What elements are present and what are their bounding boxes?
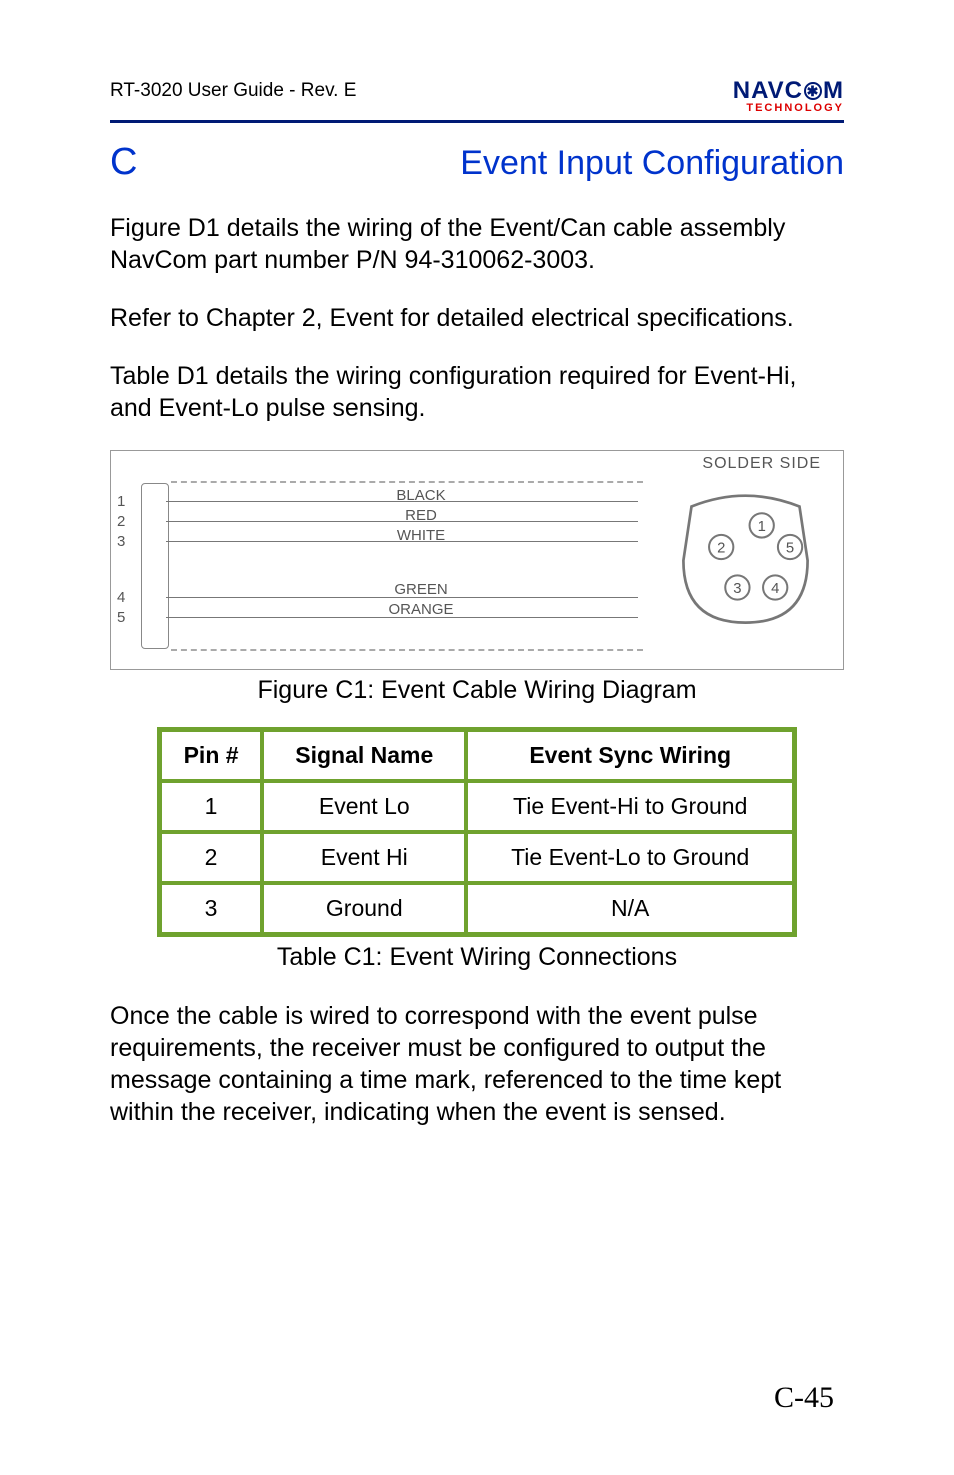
svg-text:5: 5 <box>786 540 794 556</box>
pin-num-5: 5 <box>117 609 125 626</box>
paragraph-1: Figure D1 details the wiring of the Even… <box>110 212 844 276</box>
wire-red: RED <box>361 507 481 524</box>
page-number: C-45 <box>774 1381 834 1415</box>
pin-num-3: 3 <box>117 533 125 550</box>
svg-text:4: 4 <box>771 580 779 596</box>
cell: Tie Event-Hi to Ground <box>466 781 794 832</box>
cell: 2 <box>160 832 263 883</box>
wire-green: GREEN <box>361 581 481 598</box>
logo-text-b: M <box>823 80 844 102</box>
cell: Tie Event-Lo to Ground <box>466 832 794 883</box>
connector-face-icon: 1 2 5 3 4 <box>678 493 813 628</box>
section-letter: C <box>110 141 137 184</box>
wire-white: WHITE <box>361 527 481 544</box>
logo-asterisk-icon: ✱ <box>804 82 822 100</box>
logo-subtext: TECHNOLOGY <box>733 102 844 114</box>
table-row: 1 Event Lo Tie Event-Hi to Ground <box>160 781 795 832</box>
paragraph-4: Once the cable is wired to correspond wi… <box>110 1000 844 1128</box>
wire-orange: ORANGE <box>361 601 481 618</box>
wiring-diagram: SOLDER SIDE 1 2 3 4 5 BLACK RED WHITE GR… <box>110 450 844 670</box>
col-pin: Pin # <box>160 729 263 781</box>
section-title: Event Input Configuration <box>460 144 844 183</box>
cell: Event Hi <box>262 832 466 883</box>
paragraph-3: Table D1 details the wiring configuratio… <box>110 360 844 424</box>
cell: N/A <box>466 883 794 935</box>
cell: 1 <box>160 781 263 832</box>
doc-title: RT-3020 User Guide - Rev. E <box>110 80 356 102</box>
wire-black: BLACK <box>361 487 481 504</box>
svg-text:3: 3 <box>733 580 741 596</box>
brand-logo: NAVC ✱ M TECHNOLOGY <box>733 80 844 114</box>
col-signal: Signal Name <box>262 729 466 781</box>
cell: Event Lo <box>262 781 466 832</box>
logo-text-a: NAVC <box>733 80 803 102</box>
cell: 3 <box>160 883 263 935</box>
table-row: 3 Ground N/A <box>160 883 795 935</box>
paragraph-2: Refer to Chapter 2, Event for detailed e… <box>110 302 844 334</box>
table-caption: Table C1: Event Wiring Connections <box>110 943 844 972</box>
cell: Ground <box>262 883 466 935</box>
col-wiring: Event Sync Wiring <box>466 729 794 781</box>
event-wiring-table: Pin # Signal Name Event Sync Wiring 1 Ev… <box>157 727 797 937</box>
svg-text:1: 1 <box>758 518 766 534</box>
solder-side-label: SOLDER SIDE <box>702 455 821 473</box>
pin-num-4: 4 <box>117 589 125 606</box>
figure-caption: Figure C1: Event Cable Wiring Diagram <box>110 676 844 705</box>
table-row: 2 Event Hi Tie Event-Lo to Ground <box>160 832 795 883</box>
svg-text:2: 2 <box>717 540 725 556</box>
header-rule <box>110 120 844 123</box>
pin-num-2: 2 <box>117 513 125 530</box>
pin-num-1: 1 <box>117 493 125 510</box>
